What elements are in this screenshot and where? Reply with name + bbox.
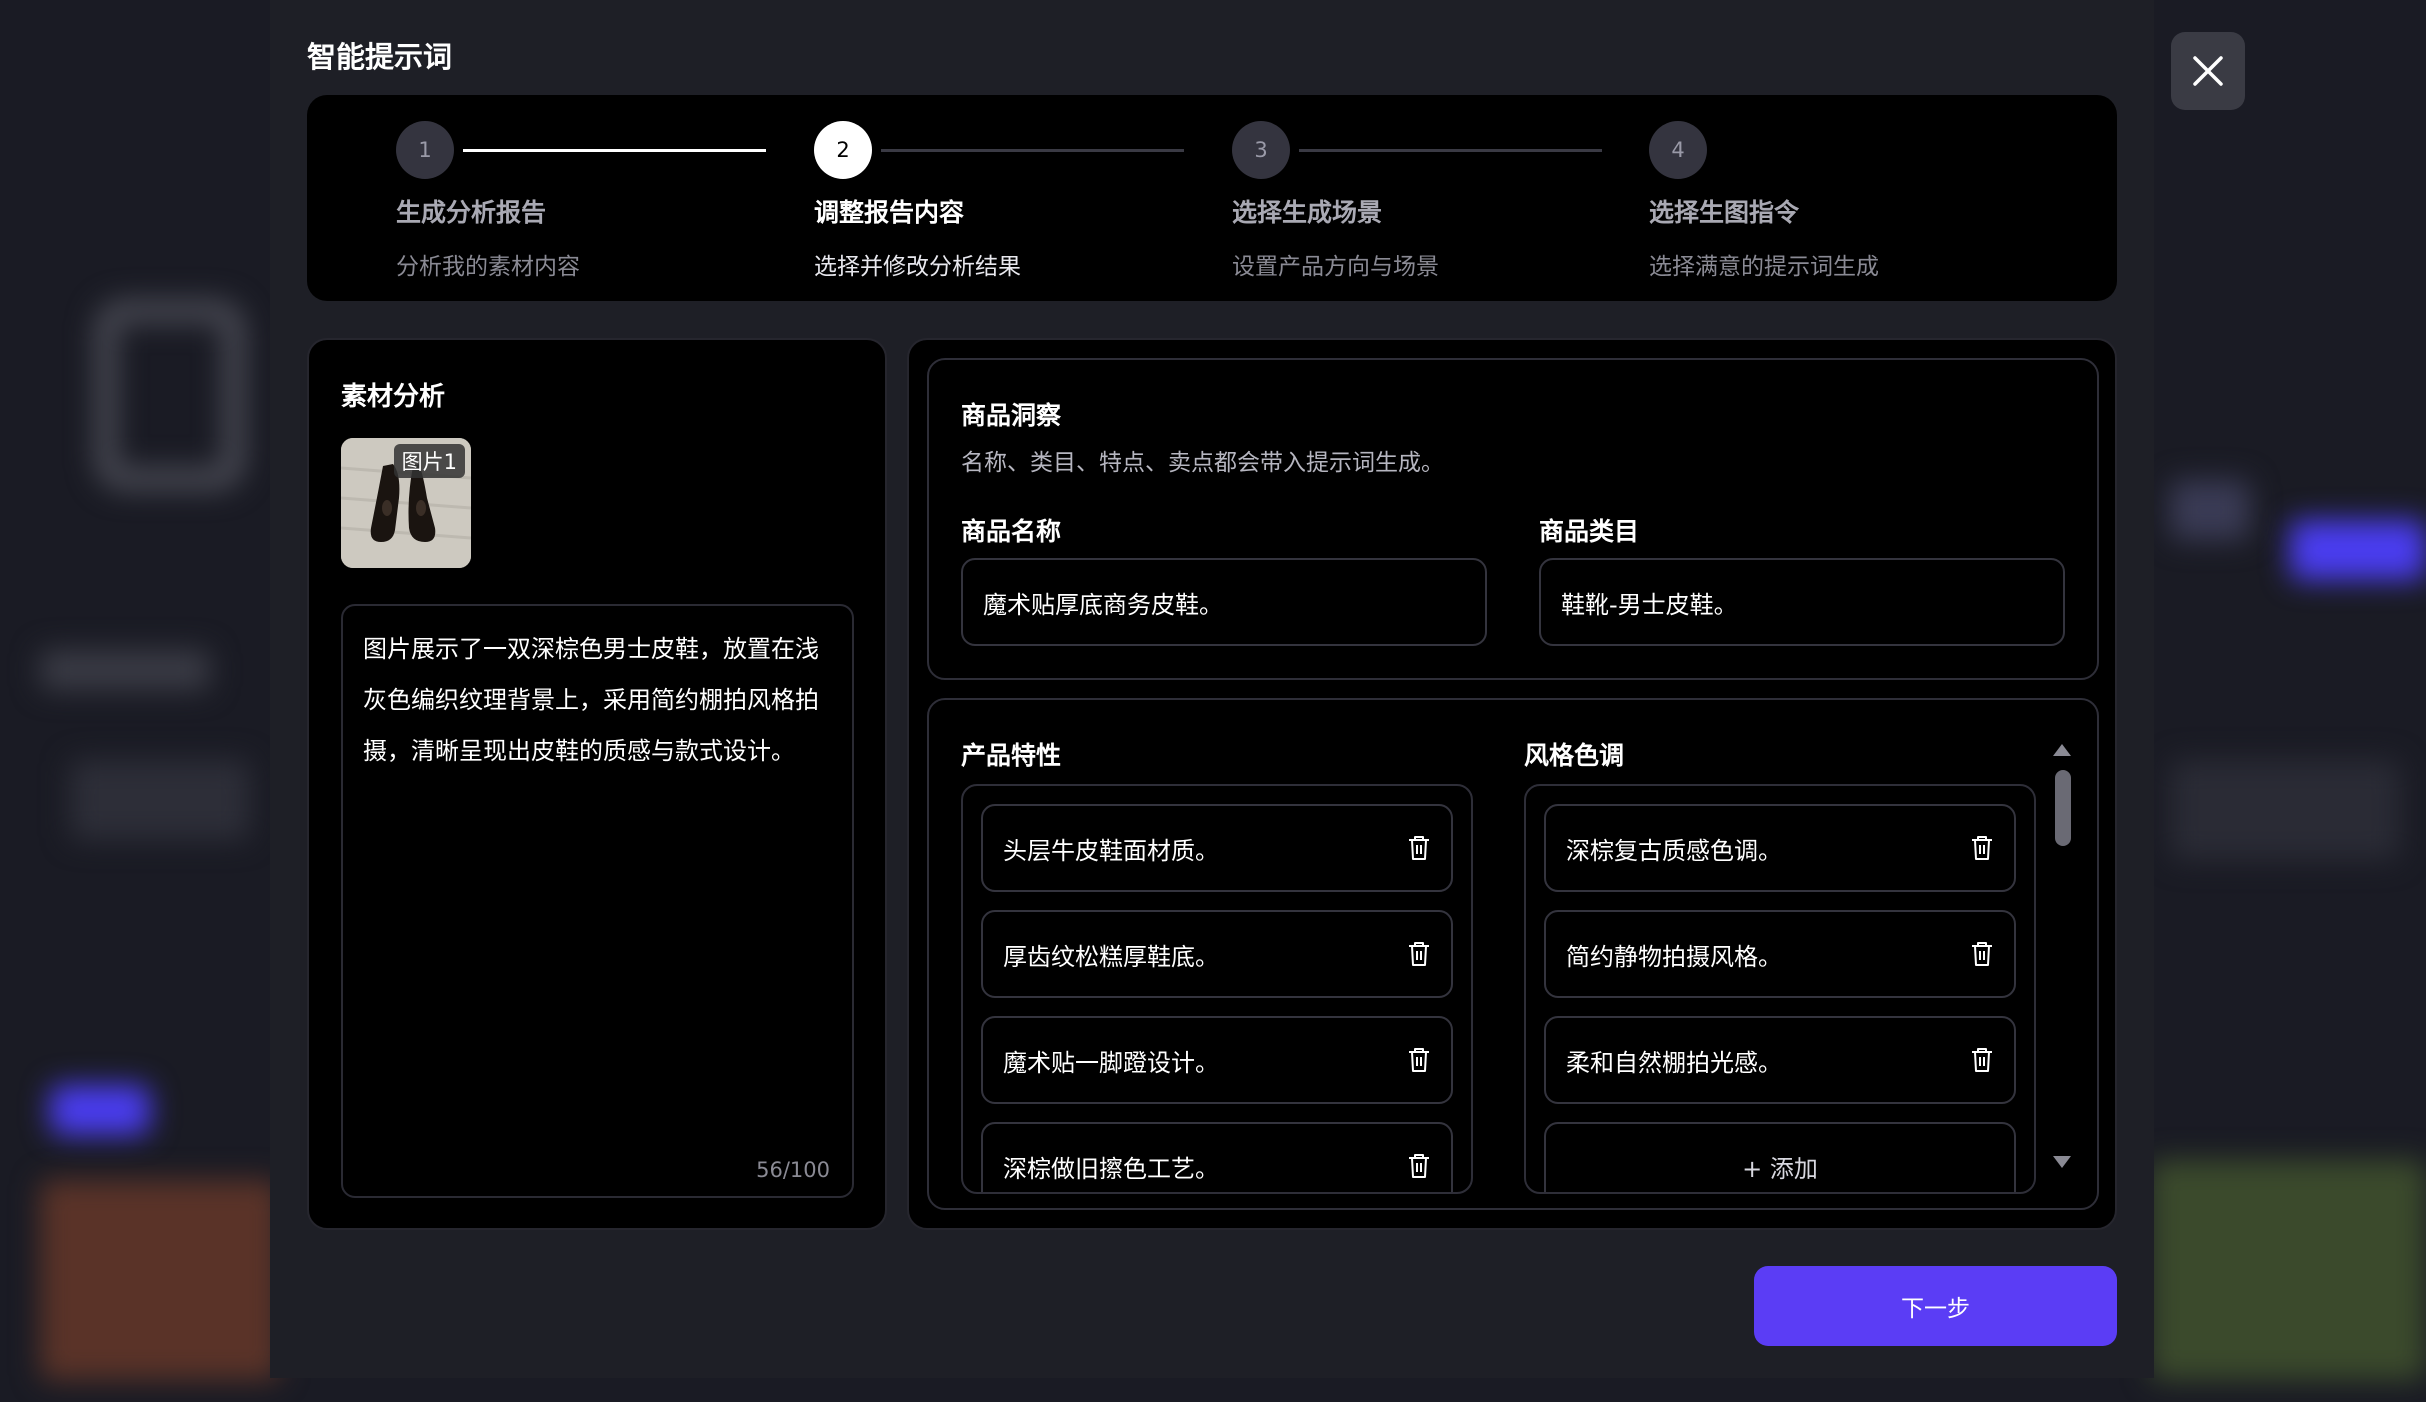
step-title: 调整报告内容 <box>814 198 965 227</box>
style-item-text: 深棕复古质感色调。 <box>1566 836 1782 865</box>
background-blur-shape <box>2170 760 2400 860</box>
background-blur-shape <box>70 760 250 840</box>
style-item-text: 柔和自然棚拍光感。 <box>1566 1048 1782 1077</box>
step-2[interactable]: 2 调整报告内容 选择并修改分析结果 <box>814 121 1021 281</box>
scroll-down-arrow[interactable] <box>2053 1156 2071 1168</box>
close-icon <box>2193 56 2223 86</box>
background-blur-shape <box>95 300 245 490</box>
material-analysis-panel: 素材分析 图片1 图片展示了一双深棕色男士皮鞋，放置在浅灰色编织纹理背景上，采用… <box>307 338 887 1230</box>
style-item-text: 简约静物拍摄风格。 <box>1566 942 1782 971</box>
product-insight-subtitle: 名称、类目、特点、卖点都会带入提示词生成。 <box>961 450 1444 476</box>
step-subtitle: 分析我的素材内容 <box>396 254 580 280</box>
step-4[interactable]: 4 选择生图指令 选择满意的提示词生成 <box>1649 121 1879 281</box>
product-insight-title: 商品洞察 <box>961 401 1062 430</box>
product-name-field[interactable]: 魔术贴厚底商务皮鞋。 <box>961 558 1487 646</box>
material-thumbnail[interactable]: 图片1 <box>341 438 471 568</box>
features-style-card: 产品特性 头层牛皮鞋面材质。 厚齿纹松糕厚鞋底。 魔术贴一脚蹬设计。 深棕做旧擦… <box>927 698 2099 1210</box>
trash-icon[interactable] <box>1407 1047 1431 1073</box>
scrollbar-thumb[interactable] <box>2055 770 2071 846</box>
character-count: 56/100 <box>756 1158 830 1182</box>
product-insight-card: 商品洞察 名称、类目、特点、卖点都会带入提示词生成。 商品名称 魔术贴厚底商务皮… <box>927 358 2099 680</box>
step-3[interactable]: 3 选择生成场景 设置产品方向与场景 <box>1232 121 1439 281</box>
modal-title: 智能提示词 <box>307 40 453 74</box>
trash-icon[interactable] <box>1970 941 1994 967</box>
trash-icon[interactable] <box>1407 1153 1431 1179</box>
product-name-label: 商品名称 <box>961 517 1062 546</box>
image-label: 图片1 <box>393 444 465 478</box>
step-number: 4 <box>1649 121 1707 179</box>
background-blur-shape <box>40 650 210 690</box>
material-analysis-title: 素材分析 <box>341 382 446 412</box>
feature-item[interactable]: 深棕做旧擦色工艺。 <box>981 1122 1453 1192</box>
feature-item-text: 魔术贴一脚蹬设计。 <box>1003 1048 1219 1077</box>
trash-icon[interactable] <box>1970 835 1994 861</box>
step-subtitle: 选择并修改分析结果 <box>814 254 1021 280</box>
feature-item-text: 深棕做旧擦色工艺。 <box>1003 1154 1219 1183</box>
step-number: 1 <box>396 121 454 179</box>
step-1[interactable]: 1 生成分析报告 分析我的素材内容 <box>396 121 580 281</box>
background-blur-shape <box>2170 480 2250 540</box>
add-style-button[interactable]: + 添加 <box>1544 1122 2016 1192</box>
next-step-button[interactable]: 下一步 <box>1754 1266 2117 1346</box>
product-category-field[interactable]: 鞋靴-男士皮鞋。 <box>1539 558 2065 646</box>
step-title: 选择生图指令 <box>1649 198 1800 227</box>
product-category-label: 商品类目 <box>1539 517 1640 546</box>
background-blur-shape <box>2150 1160 2426 1380</box>
trash-icon[interactable] <box>1407 835 1431 861</box>
style-tone-title: 风格色调 <box>1524 741 1625 770</box>
product-features-list: 头层牛皮鞋面材质。 厚齿纹松糕厚鞋底。 魔术贴一脚蹬设计。 深棕做旧擦色工艺。 <box>961 784 1473 1194</box>
style-item[interactable]: 柔和自然棚拍光感。 <box>1544 1016 2016 1104</box>
report-edit-panel: 商品洞察 名称、类目、特点、卖点都会带入提示词生成。 商品名称 魔术贴厚底商务皮… <box>907 338 2117 1230</box>
feature-item[interactable]: 头层牛皮鞋面材质。 <box>981 804 1453 892</box>
step-subtitle: 选择满意的提示词生成 <box>1649 254 1879 280</box>
trash-icon[interactable] <box>1970 1047 1994 1073</box>
material-description-text: 图片展示了一双深棕色男士皮鞋，放置在浅灰色编织纹理背景上，采用简约棚拍风格拍摄，… <box>363 635 819 765</box>
feature-item-text: 头层牛皮鞋面材质。 <box>1003 836 1219 865</box>
feature-item-text: 厚齿纹松糕厚鞋底。 <box>1003 942 1219 971</box>
step-title: 选择生成场景 <box>1232 198 1383 227</box>
smart-prompt-modal: 智能提示词 1 生成分析报告 分析我的素材内容 2 调整报告内容 选择并修改分析… <box>270 0 2154 1378</box>
trash-icon[interactable] <box>1407 941 1431 967</box>
step-title: 生成分析报告 <box>396 198 547 227</box>
scroll-up-arrow[interactable] <box>2053 744 2071 756</box>
style-item[interactable]: 简约静物拍摄风格。 <box>1544 910 2016 998</box>
style-tone-list: 深棕复古质感色调。 简约静物拍摄风格。 柔和自然棚拍光感。 + 添加 <box>1524 784 2036 1194</box>
product-features-title: 产品特性 <box>961 741 1062 770</box>
background-blur-shape <box>2290 520 2426 580</box>
step-number: 3 <box>1232 121 1290 179</box>
background-blur-shape <box>40 1180 280 1380</box>
background-blur-shape <box>50 1085 150 1135</box>
stepper: 1 生成分析报告 分析我的素材内容 2 调整报告内容 选择并修改分析结果 3 选… <box>307 95 2117 301</box>
material-description-textarea[interactable]: 图片展示了一双深棕色男士皮鞋，放置在浅灰色编织纹理背景上，采用简约棚拍风格拍摄，… <box>341 604 854 1198</box>
step-number: 2 <box>814 121 872 179</box>
feature-item[interactable]: 厚齿纹松糕厚鞋底。 <box>981 910 1453 998</box>
style-item[interactable]: 深棕复古质感色调。 <box>1544 804 2016 892</box>
feature-item[interactable]: 魔术贴一脚蹬设计。 <box>981 1016 1453 1104</box>
close-button[interactable] <box>2171 32 2245 110</box>
step-subtitle: 设置产品方向与场景 <box>1232 254 1439 280</box>
